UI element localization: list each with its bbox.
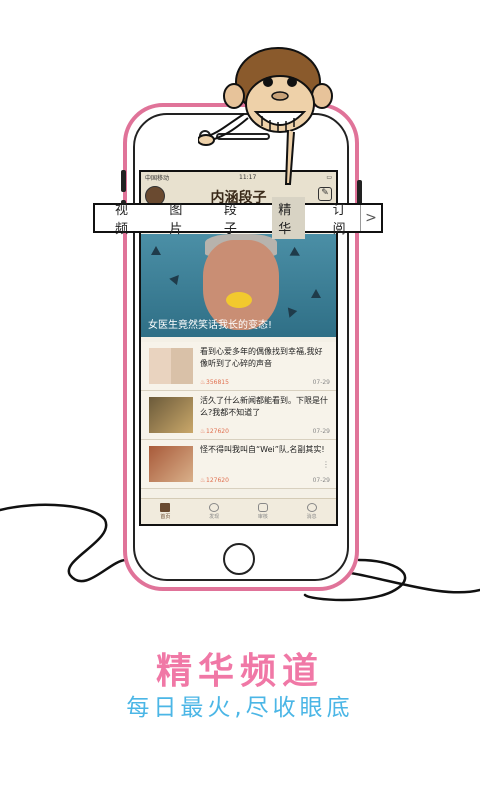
item-text: 怪不得叫我叫自“Wei”队,名副其实!: [200, 445, 325, 454]
confetti-shape: [311, 289, 321, 298]
confetti-shape: [284, 307, 298, 320]
item-date: 07-29: [312, 428, 330, 435]
item-date: 07-29: [312, 477, 330, 484]
confetti-shape: [169, 271, 183, 286]
item-thumbnail: [149, 397, 193, 433]
tab-label: 首页: [160, 514, 171, 520]
volume-button: [121, 170, 126, 192]
home-icon: [160, 503, 171, 512]
check-icon: [257, 503, 268, 512]
list-item[interactable]: 怪不得叫我叫自“Wei”队,名副其实! ⋮ ♨ 127620 07-29: [141, 440, 336, 489]
item-count: 356815: [206, 379, 229, 386]
tab-pictures[interactable]: 图片: [163, 197, 195, 239]
more-icon[interactable]: ⋮: [322, 460, 330, 469]
tab-review[interactable]: 审核: [239, 499, 288, 524]
hero-lemon: [226, 292, 252, 308]
category-tab-bar: 视频 图片 段子 精华 订阅 >: [93, 197, 383, 239]
tab-label: 审核: [257, 514, 268, 520]
tab-messages[interactable]: 消息: [287, 499, 336, 524]
carrier-label: 中国移动: [145, 175, 170, 182]
compass-icon: [209, 503, 220, 512]
confetti-shape: [151, 246, 161, 255]
tab-video[interactable]: 视频: [109, 197, 141, 239]
list-item[interactable]: 看到心爱多年的偶像找到幸福,我好像听到了心碎的声音 ♨ 356815 07-29: [141, 342, 336, 391]
monkey-mascot: [198, 47, 333, 185]
list-item[interactable]: 活久了什么新闻都能看到。下限是什么?我都不知道了 ♨ 127620 07-29: [141, 391, 336, 440]
tab-highlights[interactable]: 精华: [272, 197, 305, 239]
hero-caption: 女医生竟然笑话我长的变态!: [148, 320, 273, 331]
feed-list: 看到心爱多年的偶像找到幸福,我好像听到了心碎的声音 ♨ 356815 07-29…: [141, 342, 336, 489]
tagline-main: 精华频道: [155, 651, 324, 692]
chevron-right-icon[interactable]: >: [360, 205, 381, 231]
tagline-sub: 每日最火,尽收眼底: [126, 695, 354, 721]
item-count: 127620: [206, 477, 229, 484]
item-text: 活久了什么新闻都能看到。下限是什么?我都不知道了: [200, 396, 328, 417]
tab-subscribe[interactable]: 订阅: [327, 197, 359, 239]
message-icon: [306, 503, 317, 512]
hero-banner[interactable]: 女医生竟然笑话我长的变态!: [141, 234, 336, 337]
home-button[interactable]: [223, 543, 255, 575]
tab-label: 发现: [209, 514, 220, 520]
bottom-tab-bar: 首页 发现 审核 消息: [141, 498, 336, 524]
tab-home[interactable]: 首页: [141, 499, 190, 524]
item-thumbnail: [149, 348, 193, 384]
tab-discover[interactable]: 发现: [190, 499, 239, 524]
confetti-shape: [289, 246, 303, 261]
item-count: 127620: [206, 428, 229, 435]
tab-label: 消息: [306, 514, 317, 520]
item-date: 07-29: [312, 379, 330, 386]
flame-icon: ♨: [200, 477, 206, 484]
tab-jokes[interactable]: 段子: [218, 197, 250, 239]
item-thumbnail: [149, 446, 193, 482]
item-text: 看到心爱多年的偶像找到幸福,我好像听到了心碎的声音: [200, 347, 323, 368]
flame-icon: ♨: [200, 379, 206, 386]
flame-icon: ♨: [200, 428, 206, 435]
